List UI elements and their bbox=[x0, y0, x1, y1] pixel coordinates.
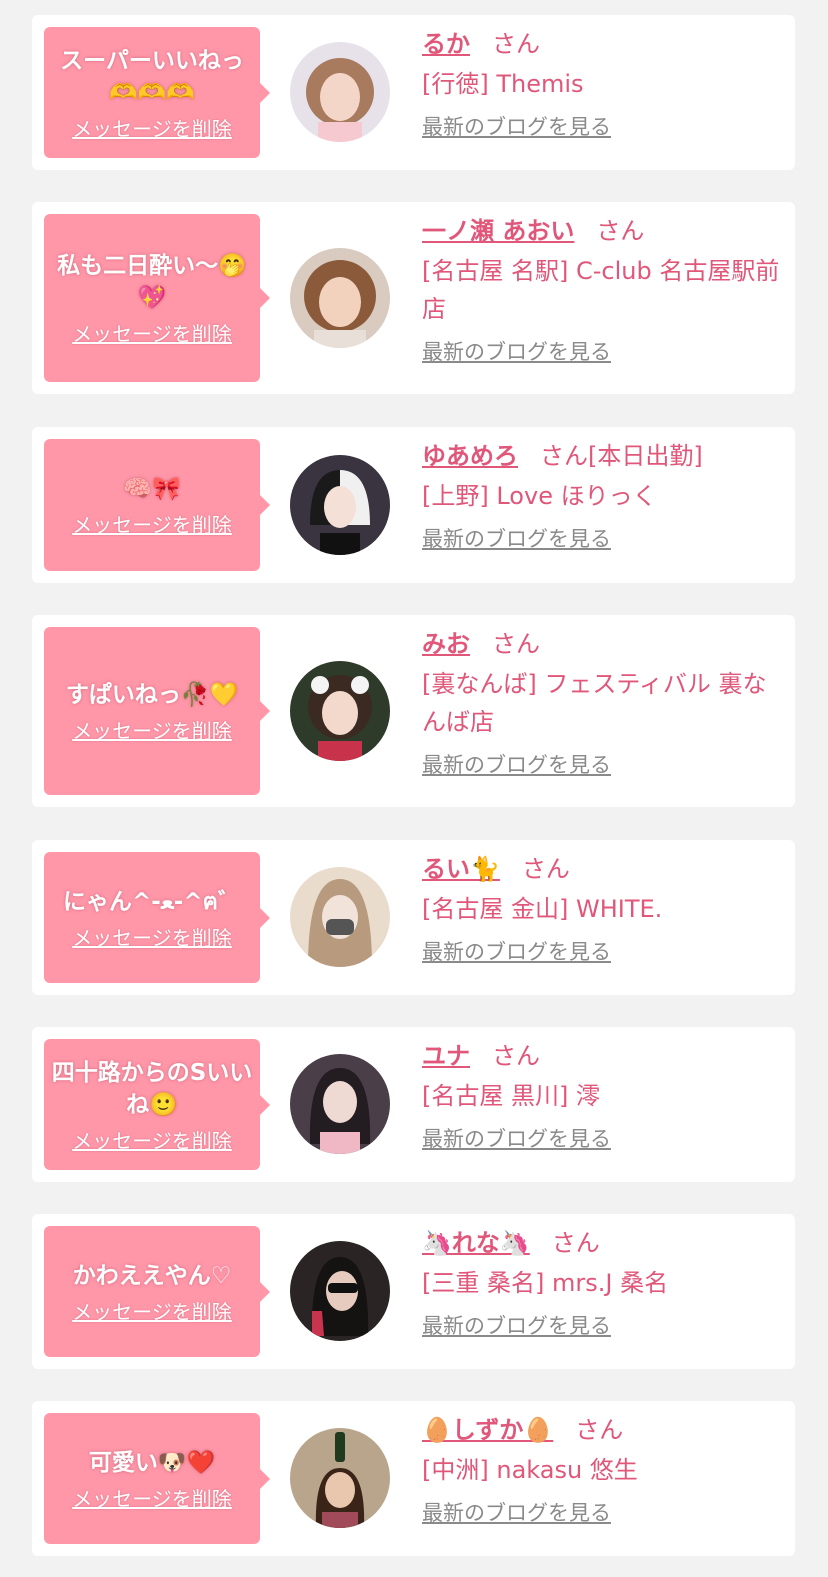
name-line: ゆあめろ さん[本日出勤] bbox=[422, 439, 782, 473]
latest-blog-link[interactable]: 最新のブログを見る bbox=[422, 525, 782, 553]
girl-info: るか さん [行徳] Themis 最新のブログを見る bbox=[422, 27, 782, 141]
name-suffix: さん bbox=[492, 30, 540, 58]
message-text: 可愛い🐶❤️ bbox=[88, 1449, 216, 1476]
name-line: るか さん bbox=[422, 27, 782, 61]
message-text: スーパーいいねっ🫶🫶🫶 bbox=[60, 47, 244, 106]
shop-label: [裏なんば] フェスティバル 裏なんば店 bbox=[422, 670, 767, 736]
message-bubble: 可愛い🐶❤️ メッセージを削除 bbox=[44, 1413, 270, 1544]
shop-label: [名古屋 名駅] C-club 名古屋駅前店 bbox=[422, 257, 780, 323]
name-line: 一ノ瀬 あおい さん bbox=[422, 214, 782, 248]
name-line: るい🐈 さん bbox=[422, 852, 782, 886]
delete-message-link[interactable]: メッセージを削除 bbox=[72, 117, 232, 141]
avatar[interactable] bbox=[290, 1428, 390, 1528]
name-suffix: さん bbox=[492, 1042, 540, 1070]
shop-label: [三重 桑名] mrs.J 桑名 bbox=[422, 1269, 669, 1297]
girl-name-link[interactable]: ユナ bbox=[422, 1042, 470, 1070]
delete-message-link[interactable]: メッセージを削除 bbox=[72, 1300, 232, 1324]
delete-message-link[interactable]: メッセージを削除 bbox=[72, 322, 232, 346]
girl-info: 🥚しずか🥚 さん [中洲] nakasu 悠生 最新のブログを見る bbox=[422, 1413, 782, 1527]
message-card: かわええやん♡ メッセージを削除 🦄れな🦄 さん [三重 桑名] mrs.J 桑名… bbox=[32, 1214, 795, 1369]
delete-message-link[interactable]: メッセージを削除 bbox=[72, 513, 232, 537]
shop-label: [上野] Love ほりっく bbox=[422, 482, 657, 510]
message-bubble: にゃん^-ﻌ-^ฅ゛ メッセージを削除 bbox=[44, 852, 270, 983]
girl-info: ユナ さん [名古屋 黒川] 澪 最新のブログを見る bbox=[422, 1039, 782, 1153]
girl-info: みお さん [裏なんば] フェスティバル 裏なんば店 最新のブログを見る bbox=[422, 627, 782, 779]
message-text: かわええやん♡ bbox=[72, 1262, 232, 1289]
avatar[interactable] bbox=[290, 867, 390, 967]
message-bubble: 🧠🎀 メッセージを削除 bbox=[44, 439, 270, 571]
latest-blog-link[interactable]: 最新のブログを見る bbox=[422, 751, 782, 779]
message-text: すぱいねっ🥀💛 bbox=[65, 682, 239, 708]
name-suffix: さん[本日出勤] bbox=[540, 442, 703, 470]
avatar[interactable] bbox=[290, 661, 390, 761]
latest-blog-link[interactable]: 最新のブログを見る bbox=[422, 338, 782, 366]
message-text: 四十路からのSいいね🙂 bbox=[51, 1059, 253, 1118]
profile-photo-icon bbox=[290, 661, 390, 761]
name-suffix: さん bbox=[596, 217, 645, 245]
profile-photo-icon bbox=[290, 455, 390, 555]
girl-name-link[interactable]: みお bbox=[422, 630, 470, 658]
name-line: ユナ さん bbox=[422, 1039, 782, 1073]
girl-info: ゆあめろ さん[本日出勤] [上野] Love ほりっく 最新のブログを見る bbox=[422, 439, 782, 553]
message-text: にゃん^-ﻌ-^ฅ゛ bbox=[62, 888, 241, 915]
profile-photo-icon bbox=[290, 1428, 390, 1528]
profile-photo-icon bbox=[290, 248, 390, 348]
profile-photo-icon bbox=[290, 1054, 390, 1154]
latest-blog-link[interactable]: 最新のブログを見る bbox=[422, 1312, 782, 1340]
latest-blog-link[interactable]: 最新のブログを見る bbox=[422, 1499, 782, 1527]
profile-photo-icon bbox=[290, 42, 390, 142]
girl-name-link[interactable]: 一ノ瀬 あおい bbox=[422, 217, 574, 245]
name-suffix: さん bbox=[575, 1416, 624, 1444]
delete-message-link[interactable]: メッセージを削除 bbox=[72, 1487, 232, 1511]
message-bubble: かわええやん♡ メッセージを削除 bbox=[44, 1226, 270, 1357]
shop-label: [名古屋 金山] WHITE. bbox=[422, 895, 663, 923]
message-card: にゃん^-ﻌ-^ฅ゛ メッセージを削除 るい🐈 さん [名古屋 金山] WHITE… bbox=[32, 840, 795, 995]
message-bubble: スーパーいいねっ🫶🫶🫶 メッセージを削除 bbox=[44, 27, 270, 158]
profile-photo-icon bbox=[290, 1241, 390, 1341]
name-line: 🥚しずか🥚 さん bbox=[422, 1413, 782, 1447]
message-bubble: 私も二日酔い〜🤭💖 メッセージを削除 bbox=[44, 214, 270, 382]
name-suffix: さん bbox=[492, 630, 540, 658]
name-line: みお さん bbox=[422, 627, 782, 661]
message-card: 私も二日酔い〜🤭💖 メッセージを削除 一ノ瀬 あおい さん [名古屋 名駅] C-… bbox=[32, 202, 795, 394]
avatar[interactable] bbox=[290, 1054, 390, 1154]
message-list: スーパーいいねっ🫶🫶🫶 メッセージを削除 るか さん [行徳] Themis 最新… bbox=[0, 0, 828, 1577]
message-text: 私も二日酔い〜🤭💖 bbox=[57, 253, 247, 311]
shop-label: [名古屋 黒川] 澪 bbox=[422, 1082, 600, 1110]
delete-message-link[interactable]: メッセージを削除 bbox=[72, 926, 232, 950]
message-text: 🧠🎀 bbox=[123, 476, 181, 502]
message-bubble: すぱいねっ🥀💛 メッセージを削除 bbox=[44, 627, 270, 795]
latest-blog-link[interactable]: 最新のブログを見る bbox=[422, 938, 782, 966]
girl-name-link[interactable]: 🦄れな🦄 bbox=[422, 1229, 530, 1257]
message-card: 四十路からのSいいね🙂 メッセージを削除 ユナ さん [名古屋 黒川] 澪 最新の… bbox=[32, 1027, 795, 1182]
message-card: 可愛い🐶❤️ メッセージを削除 🥚しずか🥚 さん [中洲] nakasu 悠生 最… bbox=[32, 1401, 795, 1556]
latest-blog-link[interactable]: 最新のブログを見る bbox=[422, 1125, 782, 1153]
avatar[interactable] bbox=[290, 1241, 390, 1341]
delete-message-link[interactable]: メッセージを削除 bbox=[72, 1129, 232, 1153]
avatar[interactable] bbox=[290, 248, 390, 348]
girl-name-link[interactable]: るい🐈 bbox=[422, 855, 500, 883]
profile-photo-icon bbox=[290, 867, 390, 967]
delete-message-link[interactable]: メッセージを削除 bbox=[72, 719, 232, 743]
name-line: 🦄れな🦄 さん bbox=[422, 1226, 782, 1260]
avatar[interactable] bbox=[290, 42, 390, 142]
girl-name-link[interactable]: るか bbox=[422, 30, 470, 58]
message-card: スーパーいいねっ🫶🫶🫶 メッセージを削除 るか さん [行徳] Themis 最新… bbox=[32, 15, 795, 170]
shop-label: [行徳] Themis bbox=[422, 70, 584, 98]
shop-label: [中洲] nakasu 悠生 bbox=[422, 1456, 638, 1484]
girl-name-link[interactable]: ゆあめろ bbox=[422, 442, 518, 470]
message-bubble: 四十路からのSいいね🙂 メッセージを削除 bbox=[44, 1039, 270, 1170]
girl-name-link[interactable]: 🥚しずか🥚 bbox=[422, 1416, 553, 1444]
girl-info: るい🐈 さん [名古屋 金山] WHITE. 最新のブログを見る bbox=[422, 852, 782, 966]
girl-info: 一ノ瀬 あおい さん [名古屋 名駅] C-club 名古屋駅前店 最新のブログを… bbox=[422, 214, 782, 366]
message-card: 🧠🎀 メッセージを削除 ゆあめろ さん[本日出勤] [上野] Love ほりっく … bbox=[32, 427, 795, 583]
message-card: すぱいねっ🥀💛 メッセージを削除 みお さん [裏なんば] フェスティバル 裏なん… bbox=[32, 615, 795, 807]
name-suffix: さん bbox=[551, 1229, 600, 1257]
avatar[interactable] bbox=[290, 455, 390, 555]
latest-blog-link[interactable]: 最新のブログを見る bbox=[422, 113, 782, 141]
girl-info: 🦄れな🦄 さん [三重 桑名] mrs.J 桑名 最新のブログを見る bbox=[422, 1226, 782, 1340]
name-suffix: さん bbox=[521, 855, 570, 883]
